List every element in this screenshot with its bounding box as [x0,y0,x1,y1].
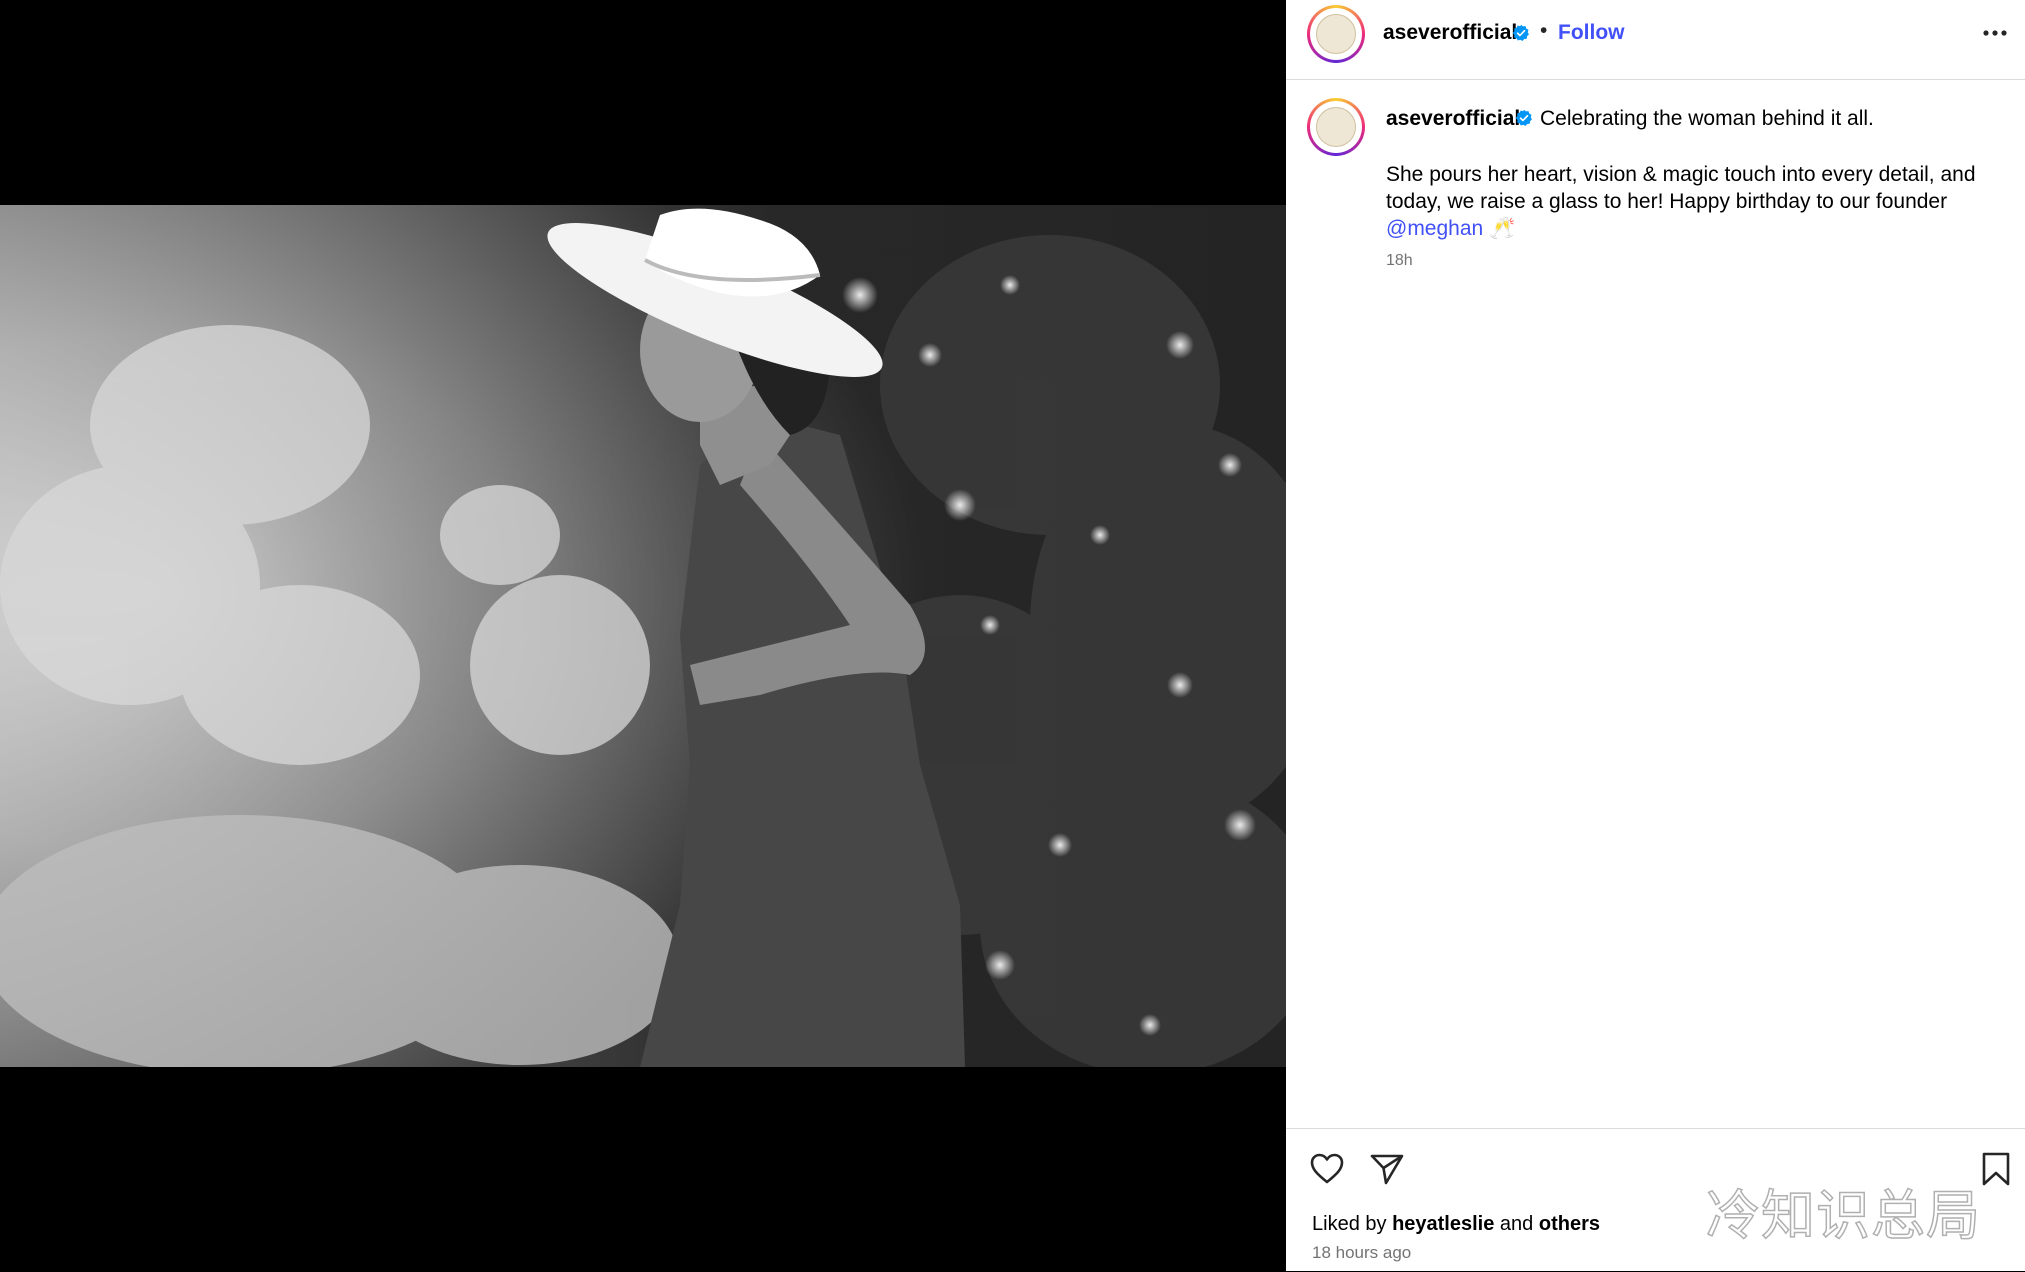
post-actions: Liked by heyatleslie and others 18 hours… [1286,1128,2025,1272]
heart-icon[interactable] [1309,1151,1345,1187]
liked-by-summary: Liked by heyatleslie and others [1312,1213,1600,1236]
post-header: aseverofficial • Follow [1286,0,2025,80]
liked-by-user-link[interactable]: heyatleslie [1392,1213,1494,1235]
caption-body: She pours her heart, vision & magic touc… [1386,161,2006,242]
more-horizontal-icon[interactable] [1980,18,2010,48]
follow-button[interactable]: Follow [1558,21,1625,45]
caption-timestamp[interactable]: 18h [1386,252,1413,270]
brand-logo-icon [1316,107,1356,147]
avatar[interactable] [1307,5,1365,63]
caption-avatar[interactable] [1307,98,1365,156]
liked-by-and: and [1499,1213,1534,1235]
liked-by-others-link[interactable]: others [1539,1213,1600,1235]
caption-username-link[interactable]: aseverofficial [1386,107,1520,131]
bookmark-icon[interactable] [1979,1151,2013,1187]
post-photo[interactable] [0,205,1286,1067]
media-pane [0,0,1286,1271]
post-side-panel: aseverofficial • Follow aseverofficial C… [1286,0,2025,1271]
username-link[interactable]: aseverofficial [1383,21,1517,45]
post-age: 18 hours ago [1312,1243,1412,1262]
liked-by-prefix: Liked by [1312,1213,1387,1235]
separator-dot: • [1540,19,1548,42]
brand-logo-icon [1316,14,1356,54]
caption-text: She pours her heart, vision & magic touc… [1386,163,1976,213]
verified-badge-icon [1515,109,1532,126]
mention-link[interactable]: @meghan [1386,217,1483,240]
verified-badge-icon [1512,24,1529,41]
caption-first-line: Celebrating the woman behind it all. [1540,107,1874,130]
watermark-text: 冷知识总局 [1705,1183,1981,1248]
clinking-glasses-icon: 🥂 [1489,217,1516,240]
send-icon[interactable] [1369,1151,1405,1187]
